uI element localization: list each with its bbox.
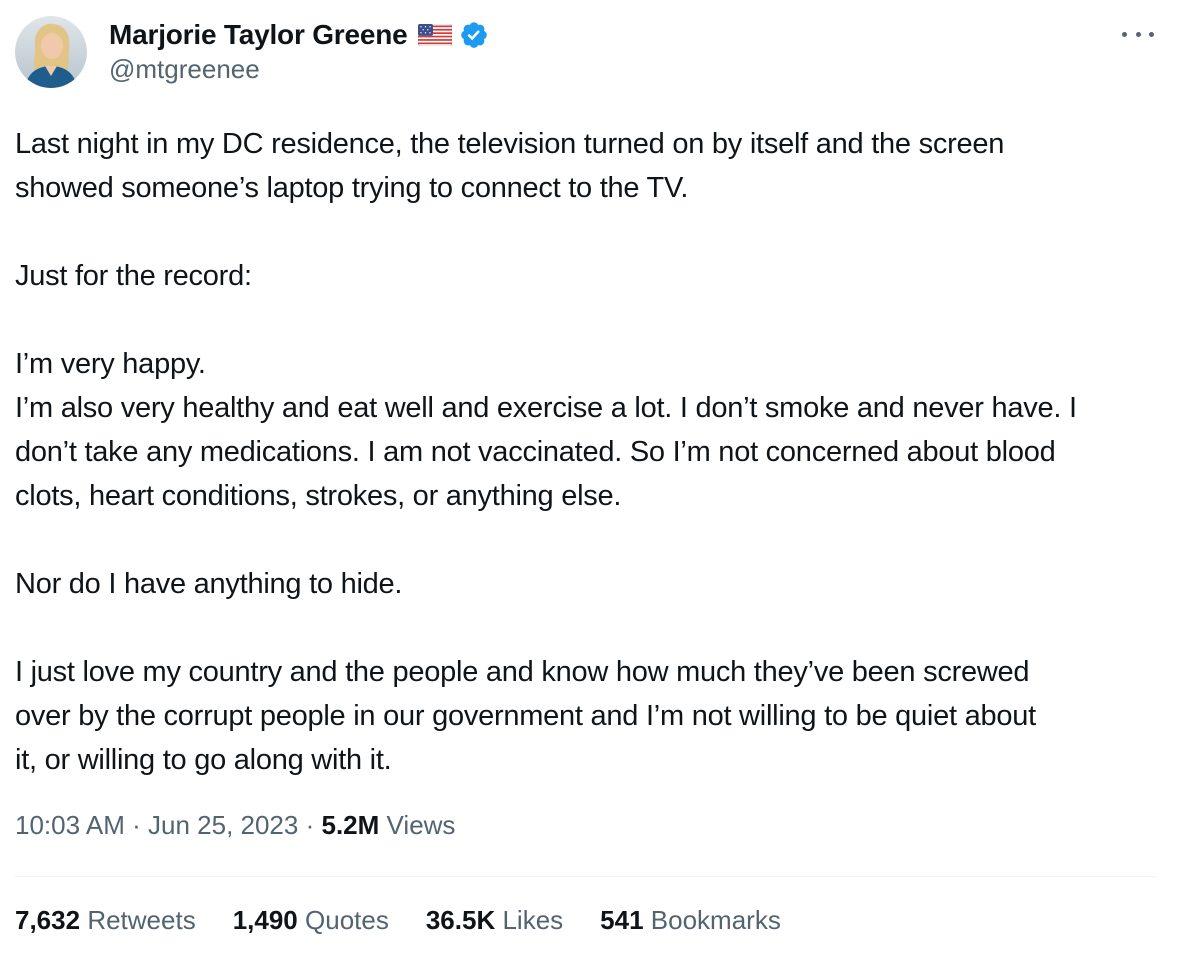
avatar[interactable] [15,16,87,88]
views-count: 5.2M [321,810,380,840]
tweet-line: don’t take any medications. I am not vac… [15,436,1056,468]
bookmarks-label: Bookmarks [650,905,781,935]
likes-count: 36.5K [425,905,496,935]
meta-separator: · [132,810,141,840]
likes-stat[interactable]: 36.5K Likes [426,905,563,936]
more-options-icon[interactable] [1122,22,1154,46]
tweet-meta: 10:03 AM · Jun 25, 2023 · 5.2M Views [15,810,455,841]
retweets-stat[interactable]: 7,632 Retweets [15,905,196,936]
tweet-line: Last night in my DC residence, the telev… [15,128,1005,160]
tweet-line: clots, heart conditions, strokes, or any… [15,480,622,512]
author-name-row: Marjorie Taylor Greene [109,16,489,54]
quotes-stat[interactable]: 1,490 Quotes [233,905,389,936]
bookmarks-stat[interactable]: 541 Bookmarks [600,905,781,936]
us-flag-icon [417,23,452,47]
tweet-timestamp[interactable]: 10:03 AM · Jun 25, 2023 [15,810,298,840]
quotes-label: Quotes [305,905,389,935]
meta-separator: · [305,810,315,840]
tweet-line: showed someone’s laptop trying to connec… [15,172,689,204]
retweets-count: 7,632 [15,905,81,935]
divider [15,876,1156,877]
author-handle[interactable]: @mtgreenee [109,54,260,85]
tweet-text: Last night in my DC residence, the telev… [15,122,1165,782]
tweet-line: Just for the record: [15,260,252,292]
bookmarks-count: 541 [600,905,644,935]
verified-badge-icon[interactable] [459,20,489,50]
views-label: Views [386,810,456,840]
avatar-image [15,16,87,88]
tweet-line: I’m very happy. [15,348,206,380]
likes-label: Likes [502,905,564,935]
tweet-line: Nor do I have anything to hide. [15,568,403,600]
tweet: Marjorie Taylor Greene @mtgreenee Last n… [0,0,1180,956]
quotes-count: 1,490 [232,905,298,935]
tweet-date: Jun 25, 2023 [148,810,299,840]
author-name[interactable]: Marjorie Taylor Greene [109,19,408,51]
tweet-time: 10:03 AM [15,810,125,840]
tweet-line: I’m also very healthy and eat well and e… [15,392,1077,424]
engagement-stats: 7,632 Retweets 1,490 Quotes 36.5K Likes … [15,905,818,936]
tweet-line: I just love my country and the people an… [15,656,1030,688]
tweet-line: it, or willing to go along with it. [15,744,392,776]
retweets-label: Retweets [87,905,196,935]
tweet-line: over by the corrupt people in our govern… [15,700,1036,732]
